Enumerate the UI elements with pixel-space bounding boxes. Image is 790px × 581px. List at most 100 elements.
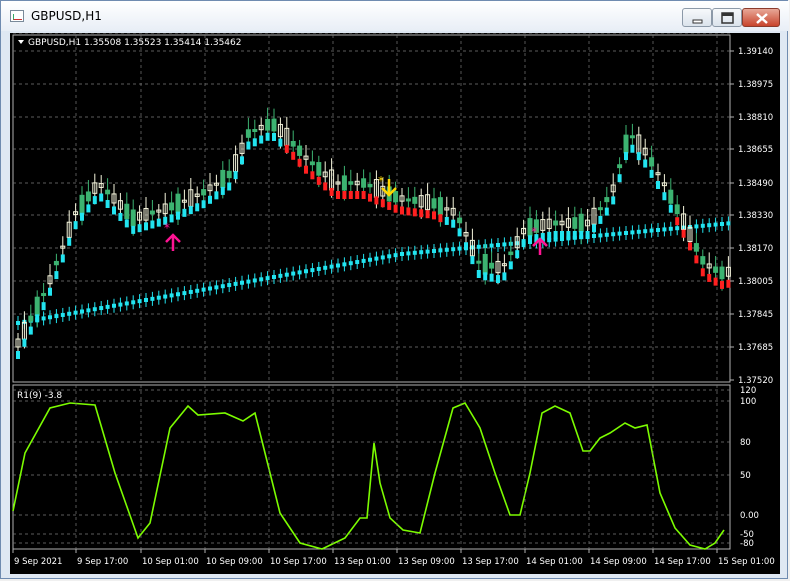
chart-area[interactable]: * * * GBPUSD,H1 1.35508 1.35523 1.35414 1.…	[10, 26, 780, 574]
candle-body	[604, 197, 610, 203]
candle-body	[572, 217, 578, 229]
price-tick-label: 1.38330	[738, 211, 773, 221]
slow-trend-bar	[297, 270, 302, 275]
candle-body	[265, 118, 271, 131]
fast-trend-bar	[380, 199, 385, 208]
slow-trend-bar	[457, 246, 462, 251]
slow-trend-bar	[60, 312, 65, 317]
fast-trend-bar	[566, 231, 571, 239]
fast-trend-bar	[240, 156, 244, 165]
slow-trend-bar	[662, 227, 667, 232]
fast-trend-bar	[611, 196, 616, 205]
time-tick-label: 10 Sep 09:00	[206, 557, 263, 567]
candle-body	[719, 266, 725, 280]
candle-body	[649, 157, 655, 167]
candle-body	[201, 189, 207, 196]
minimize-button[interactable]	[682, 8, 712, 27]
fast-trend-bar	[579, 231, 584, 239]
time-tick-label: 13 Sep 01:00	[334, 557, 391, 567]
slow-trend-bar	[291, 271, 296, 276]
slow-trend-bar	[86, 308, 91, 313]
candle-body	[41, 293, 47, 297]
slow-trend-bar	[438, 248, 443, 253]
candle-body	[85, 191, 91, 202]
candle-body	[578, 213, 584, 233]
candle-body	[130, 209, 136, 227]
slow-trend-bar	[636, 229, 641, 234]
fast-trend-bar	[112, 206, 116, 215]
buy-star-icon: *	[164, 221, 170, 235]
slow-trend-bar	[419, 250, 424, 255]
fast-trend-bar	[630, 144, 635, 153]
candle-body	[105, 189, 111, 195]
fast-trend-bar	[304, 165, 308, 174]
candle-body	[175, 193, 181, 214]
slow-trend-bar	[144, 298, 148, 302]
slow-trend-bar	[496, 243, 500, 247]
slow-trend-bar	[73, 310, 78, 315]
fast-trend-bar	[67, 237, 72, 246]
fast-trend-bar	[233, 171, 238, 180]
slow-trend-bar	[432, 249, 436, 253]
slow-trend-bar	[182, 291, 187, 296]
slow-trend-bar	[374, 256, 379, 261]
slow-trend-bar	[649, 228, 654, 233]
slow-trend-bar	[99, 306, 104, 311]
slow-trend-bar	[675, 226, 680, 231]
slow-trend-bar	[137, 299, 142, 304]
fast-trend-bar	[713, 277, 718, 286]
slow-trend-bar	[323, 265, 328, 270]
fast-trend-bar	[156, 218, 161, 227]
candle-body	[508, 251, 514, 256]
slow-trend-bar	[176, 292, 180, 297]
chart-canvas[interactable]: * * * GBPUSD,H1 1.35508 1.35523 1.35414 1.…	[10, 26, 780, 574]
fast-trend-bar	[137, 224, 142, 233]
candle-body	[290, 140, 296, 147]
fast-trend-bar	[291, 151, 296, 160]
fast-trend-bar	[553, 231, 558, 239]
fast-trend-bar	[592, 224, 596, 233]
candle-body	[316, 162, 322, 176]
window-title: GBPUSD,H1	[31, 9, 102, 23]
chart-header: GBPUSD,H1 1.35508 1.35523 1.35414 1.3546…	[28, 38, 241, 48]
fast-trend-bar	[176, 211, 180, 220]
maximize-button[interactable]	[712, 8, 742, 27]
slow-trend-bar	[726, 221, 731, 226]
slow-trend-bar	[227, 283, 232, 288]
fast-trend-bar	[48, 287, 52, 296]
time-tick-label: 10 Sep 17:00	[270, 557, 327, 567]
slow-trend-bar	[489, 243, 494, 248]
slow-trend-bar	[265, 276, 270, 281]
fast-trend-bar	[668, 204, 673, 213]
candle-body	[457, 217, 463, 224]
fast-trend-bar	[342, 191, 347, 199]
fast-trend-bar	[387, 201, 392, 210]
buy-star-icon: *	[531, 225, 537, 239]
fast-trend-bar	[297, 158, 302, 167]
title-bar[interactable]: GBPUSD,H1	[1, 1, 789, 31]
indicator-level-label: 120	[740, 386, 756, 396]
candle-body	[489, 262, 495, 269]
slow-trend-bar	[425, 249, 430, 254]
fast-trend-bar	[118, 212, 123, 221]
fast-trend-bar	[681, 229, 686, 238]
candle-body	[220, 169, 226, 188]
price-tick-label: 1.38810	[738, 113, 773, 123]
fast-trend-bar	[60, 254, 65, 263]
slow-trend-bar	[707, 223, 712, 228]
slow-trend-bar	[387, 254, 392, 259]
slow-trend-bar	[16, 321, 20, 325]
fast-trend-bar	[227, 182, 232, 191]
fast-trend-bar	[272, 133, 276, 141]
indicator-level-label: -80	[740, 539, 754, 549]
slow-trend-bar	[150, 296, 155, 301]
slow-trend-bar	[393, 253, 398, 258]
fast-trend-bar	[675, 217, 680, 226]
slow-trend-bar	[713, 222, 718, 227]
candle-body	[482, 253, 488, 275]
close-button[interactable]	[742, 8, 780, 27]
slow-trend-bar	[617, 231, 622, 236]
fast-trend-bar	[182, 208, 187, 217]
fast-trend-bar	[220, 186, 225, 195]
slow-trend-bar	[316, 266, 321, 271]
